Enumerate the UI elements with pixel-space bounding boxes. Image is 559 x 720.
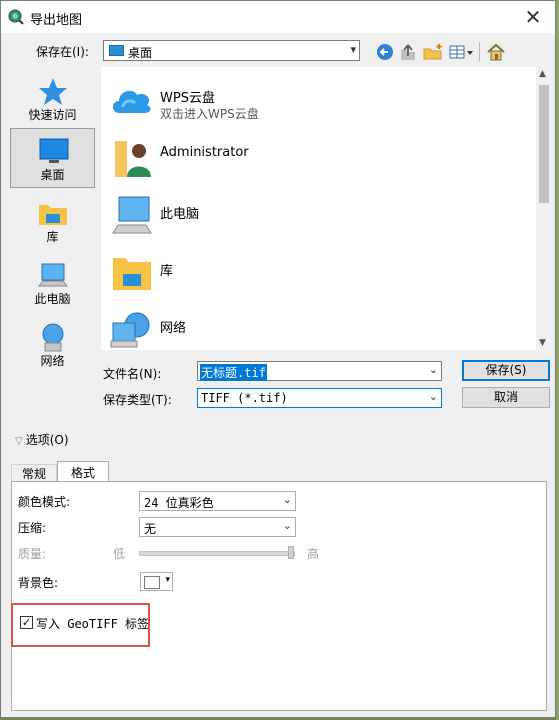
tab-general[interactable]: 常规 [11, 464, 57, 482]
toolbar-separator [479, 42, 480, 61]
tab-format[interactable]: 格式 [57, 461, 109, 482]
desktop-icon [109, 45, 124, 56]
export-map-dialog: 导出地图 ✕ 保存在(I): 桌面 ▾ 快速访问 桌面 库 此电脑 网络 WPS… [0, 0, 556, 718]
chevron-down-icon: ▾ [350, 43, 356, 56]
back-arrow-icon[interactable] [376, 42, 394, 62]
file-name: 库 [160, 264, 174, 279]
computer-icon [112, 196, 152, 234]
color-mode-label: 颜色模式: [18, 495, 71, 509]
quality-label: 质量: [18, 547, 47, 561]
file-name: WPS云盘 [160, 91, 215, 106]
chevron-down-icon: ▾ [165, 575, 170, 585]
options-label: 选项(O) [25, 433, 69, 447]
desktop-icon [39, 138, 69, 163]
file-name: 网络 [160, 321, 187, 336]
place-quick-access[interactable]: 快速访问 [10, 71, 95, 127]
scroll-down-icon[interactable]: ▼ [539, 338, 546, 348]
place-label: 网络 [40, 354, 65, 368]
home-icon[interactable] [486, 42, 506, 62]
options-toggle[interactable]: ▽ 选项(O) [15, 431, 69, 448]
up-folder-icon[interactable] [399, 42, 417, 62]
file-list-scrollbar[interactable]: ▲ ▼ [536, 67, 552, 350]
star-icon [39, 78, 67, 105]
cancel-button[interactable]: 取消 [462, 387, 550, 408]
library-folder-icon [113, 258, 151, 290]
filename-label: 文件名(N): [103, 367, 162, 381]
place-library[interactable]: 库 [10, 193, 95, 249]
network-icon [110, 312, 150, 348]
geotiff-checkbox[interactable]: ✓ [20, 616, 33, 629]
place-this-pc[interactable]: 此电脑 [10, 255, 95, 311]
filename-input[interactable]: 无标题.tif ⌄ [197, 361, 442, 381]
place-label: 库 [46, 230, 59, 244]
file-name: Administrator [160, 145, 249, 160]
quality-slider-thumb[interactable] [288, 546, 294, 559]
chevron-down-icon: ⌄ [282, 519, 292, 532]
title-bar: 导出地图 ✕ [1, 1, 555, 33]
compression-label: 压缩: [18, 521, 47, 535]
color-mode-dropdown[interactable]: 24 位真彩色 ⌄ [139, 491, 296, 511]
list-item-this-pc[interactable]: 此电脑 [101, 191, 531, 241]
color-mode-value: 24 位真彩色 [144, 496, 214, 510]
quality-high-label: 高 [307, 547, 320, 561]
place-network[interactable]: 网络 [10, 317, 95, 373]
close-button[interactable]: ✕ [511, 1, 555, 33]
computer-icon [37, 263, 69, 287]
quality-low-label: 低 [113, 547, 126, 561]
quality-slider-track [139, 551, 295, 556]
list-item-network[interactable]: 网络 [101, 305, 531, 350]
chevron-down-icon: ⌄ [282, 493, 292, 506]
view-menu-icon[interactable] [448, 42, 474, 62]
place-label: 快速访问 [28, 108, 77, 122]
file-subtitle: 双击进入WPS云盘 [160, 107, 259, 121]
app-globe-icon [8, 9, 24, 25]
checkmark-icon: ✓ [21, 616, 32, 629]
color-swatch [144, 576, 160, 589]
file-list: WPS云盘 双击进入WPS云盘 Administrator 此电脑 库 网络 [101, 67, 552, 350]
user-folder-icon [115, 141, 151, 177]
save-in-label: 保存在(I): [36, 45, 89, 59]
close-icon: ✕ [524, 5, 542, 29]
cloud-icon [113, 90, 151, 113]
save-in-value: 桌面 [128, 46, 153, 60]
save-in-dropdown[interactable]: 桌面 ▾ [103, 40, 360, 61]
place-label: 此电脑 [34, 292, 71, 306]
filename-value: 无标题.tif [200, 364, 267, 381]
list-item-library[interactable]: 库 [101, 248, 531, 298]
network-icon [42, 323, 64, 352]
library-folder-icon [39, 205, 67, 225]
geotiff-label[interactable]: 写入 GeoTIFF 标签 [36, 615, 149, 632]
background-color-label: 背景色: [18, 576, 59, 590]
scroll-thumb[interactable] [539, 85, 549, 203]
save-button[interactable]: 保存(S) [462, 360, 550, 381]
place-label: 桌面 [40, 168, 65, 182]
window-title: 导出地图 [30, 13, 83, 28]
list-item-wps-cloud[interactable]: WPS云盘 双击进入WPS云盘 [101, 75, 531, 125]
background-color-picker[interactable]: ▾ [140, 572, 173, 591]
format-tab-panel [11, 481, 547, 711]
filetype-dropdown[interactable]: TIFF (*.tif) ⌄ [197, 388, 442, 408]
list-item-administrator[interactable]: Administrator [101, 133, 531, 183]
scroll-up-icon[interactable]: ▲ [539, 69, 546, 79]
filetype-label: 保存类型(T): [103, 393, 172, 407]
collapse-triangle-icon: ▽ [15, 436, 23, 447]
filetype-value: TIFF (*.tif) [201, 391, 288, 405]
compression-dropdown[interactable]: 无 ⌄ [139, 517, 296, 537]
place-desktop[interactable]: 桌面 [10, 128, 95, 188]
chevron-down-icon[interactable]: ⌄ [429, 363, 438, 376]
places-bar: 快速访问 桌面 库 此电脑 网络 [8, 67, 97, 377]
compression-value: 无 [144, 522, 157, 536]
file-name: 此电脑 [160, 207, 200, 222]
chevron-down-icon: ⌄ [428, 390, 438, 403]
new-folder-icon[interactable] [422, 42, 444, 62]
